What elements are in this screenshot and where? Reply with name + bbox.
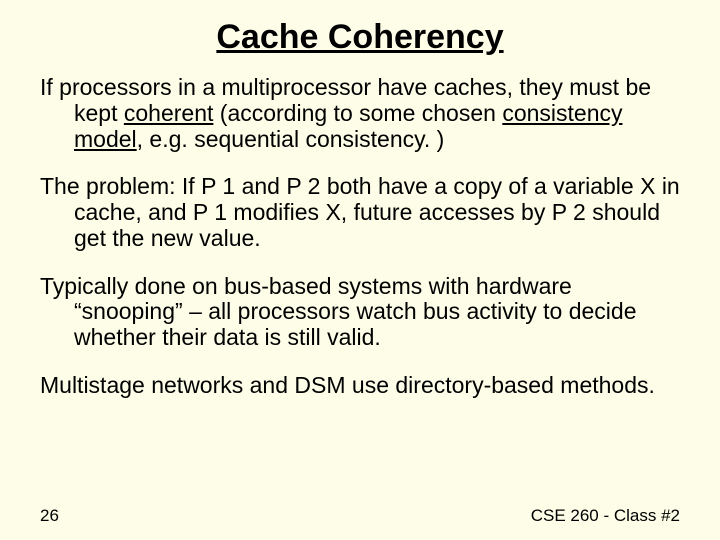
slide: Cache Coherency If processors in a multi… xyxy=(0,0,720,540)
p1-text-b: (according to some chosen xyxy=(213,100,502,126)
course-label: CSE 260 - Class #2 xyxy=(531,506,680,526)
footer: 26 CSE 260 - Class #2 xyxy=(40,506,680,526)
paragraph-2: The problem: If P 1 and P 2 both have a … xyxy=(40,174,680,251)
paragraph-4: Multistage networks and DSM use director… xyxy=(40,373,680,399)
p1-text-c: , e.g. sequential consistency. ) xyxy=(137,126,445,152)
slide-title: Cache Coherency xyxy=(40,18,680,57)
page-number: 26 xyxy=(40,506,59,526)
p1-underline-coherent: coherent xyxy=(124,100,214,126)
paragraph-1: If processors in a multiprocessor have c… xyxy=(40,75,680,152)
paragraph-3: Typically done on bus-based systems with… xyxy=(40,274,680,351)
